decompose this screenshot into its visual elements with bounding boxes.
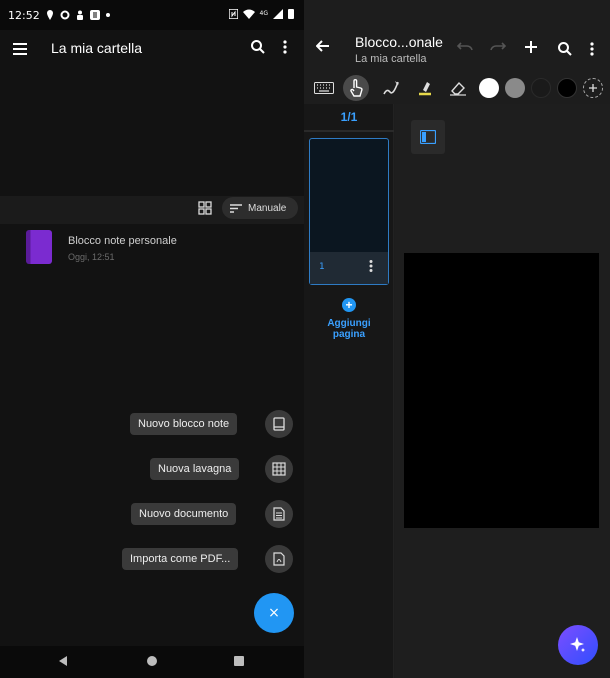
ai-assistant-button[interactable] xyxy=(558,625,598,665)
nav-back-icon[interactable] xyxy=(58,656,68,666)
sparkle-icon xyxy=(570,637,585,652)
page-canvas[interactable] xyxy=(404,253,599,528)
thumbnail-more-icon[interactable] xyxy=(368,259,374,273)
notebook-title: Blocco note personale xyxy=(68,235,177,247)
thumbnail-page-number: 1 xyxy=(319,262,325,272)
folder-title: La mia cartella xyxy=(51,40,143,56)
nav-recents-icon[interactable] xyxy=(234,656,244,666)
undo-icon[interactable] xyxy=(457,41,473,51)
network-type: 4G xyxy=(259,10,268,17)
fab-label-import-pdf[interactable]: Importa come PDF... xyxy=(122,548,239,570)
location-icon xyxy=(46,10,54,20)
close-icon: × xyxy=(268,605,280,621)
sort-label: Manuale xyxy=(248,202,287,214)
status-time: 12:52 xyxy=(8,8,40,22)
hand-pointer-icon[interactable] xyxy=(343,75,369,101)
nav-home-icon[interactable] xyxy=(147,656,157,666)
fab-label-new-board[interactable]: Nuova lavagna xyxy=(150,458,240,480)
color-swatch-dark[interactable] xyxy=(531,78,551,98)
grid-board-icon[interactable] xyxy=(265,455,293,483)
add-page-label-line1: Aggiungi xyxy=(327,318,371,329)
sort-bar: Manuale xyxy=(0,196,304,224)
sidebar-toggle-icon[interactable] xyxy=(411,120,445,154)
fab-label-new-document[interactable]: Nuovo documento xyxy=(131,503,237,525)
search-icon[interactable] xyxy=(250,39,266,55)
sort-icon xyxy=(230,203,242,213)
page-count-divider xyxy=(304,130,394,132)
note-canvas[interactable] xyxy=(395,104,610,678)
nfc-icon xyxy=(228,8,238,19)
back-arrow-icon[interactable] xyxy=(316,40,330,52)
more-vert-icon[interactable] xyxy=(589,41,595,57)
search-icon[interactable] xyxy=(557,41,573,57)
sort-chip[interactable]: Manuale xyxy=(222,197,298,219)
document-icon[interactable] xyxy=(265,500,293,528)
folder-subtitle: La mia cartella xyxy=(355,53,427,65)
fab-item-new-board[interactable]: Nuova lavagna xyxy=(0,454,304,484)
editor-app-bar: Blocco...onale La mia cartella xyxy=(304,0,610,72)
ring-icon xyxy=(60,10,70,20)
notebook-icon[interactable] xyxy=(265,410,293,438)
fab-close-button[interactable]: × xyxy=(254,593,294,633)
system-nav-bar xyxy=(0,646,304,678)
right-pane: Blocco...onale La mia cartella 1/1 1 + A… xyxy=(304,0,610,678)
redo-icon[interactable] xyxy=(490,41,506,51)
add-page-label-line2: pagina xyxy=(332,329,366,340)
signal-icon xyxy=(273,8,283,19)
add-color-icon[interactable] xyxy=(583,78,603,98)
pen-icon[interactable] xyxy=(378,75,404,101)
eraser-icon[interactable] xyxy=(445,75,471,101)
notebook-list-item[interactable]: Blocco note personale Oggi, 12:51 xyxy=(0,230,304,270)
add-icon[interactable] xyxy=(524,40,538,54)
grid-view-icon[interactable] xyxy=(197,200,213,216)
left-pane: 12:52 4G La mia cartella Manuale Blocco … xyxy=(0,0,304,678)
dot-icon xyxy=(105,13,110,17)
highlighter-icon[interactable] xyxy=(412,75,438,101)
more-vert-icon[interactable] xyxy=(282,39,288,55)
wifi-icon xyxy=(242,9,255,19)
app-bar: La mia cartella xyxy=(0,30,304,68)
person-icon xyxy=(76,10,84,20)
color-swatch-gray[interactable] xyxy=(505,78,525,98)
drawing-toolbar xyxy=(304,72,610,104)
pdf-icon[interactable] xyxy=(265,545,293,573)
notebook-date: Oggi, 12:51 xyxy=(68,252,115,262)
thumbnail-footer: 1 xyxy=(310,252,388,284)
page-sidebar: 1/1 1 + Aggiungi pagina xyxy=(304,104,394,678)
notebook-name: Blocco...onale xyxy=(355,34,443,50)
menu-icon[interactable] xyxy=(10,39,30,59)
keyboard-icon[interactable] xyxy=(311,75,337,101)
battery-icon xyxy=(288,8,294,19)
fab-item-new-notebook[interactable]: Nuovo blocco note xyxy=(0,409,304,439)
color-swatch-white[interactable] xyxy=(479,78,499,98)
status-bar: 12:52 4G xyxy=(0,0,304,30)
page-thumbnail[interactable]: 1 xyxy=(309,138,389,285)
app-icon xyxy=(89,10,100,20)
fab-item-import-pdf[interactable]: Importa come PDF... xyxy=(0,544,304,574)
add-circle-icon: + xyxy=(342,298,356,312)
color-swatch-black[interactable] xyxy=(557,78,577,98)
page-count: 1/1 xyxy=(340,110,358,124)
fab-label-new-notebook[interactable]: Nuovo blocco note xyxy=(130,413,238,435)
add-page-button[interactable]: + Aggiungi pagina xyxy=(304,296,394,340)
fab-item-new-document[interactable]: Nuovo documento xyxy=(0,499,304,529)
notebook-cover-icon xyxy=(26,230,52,264)
